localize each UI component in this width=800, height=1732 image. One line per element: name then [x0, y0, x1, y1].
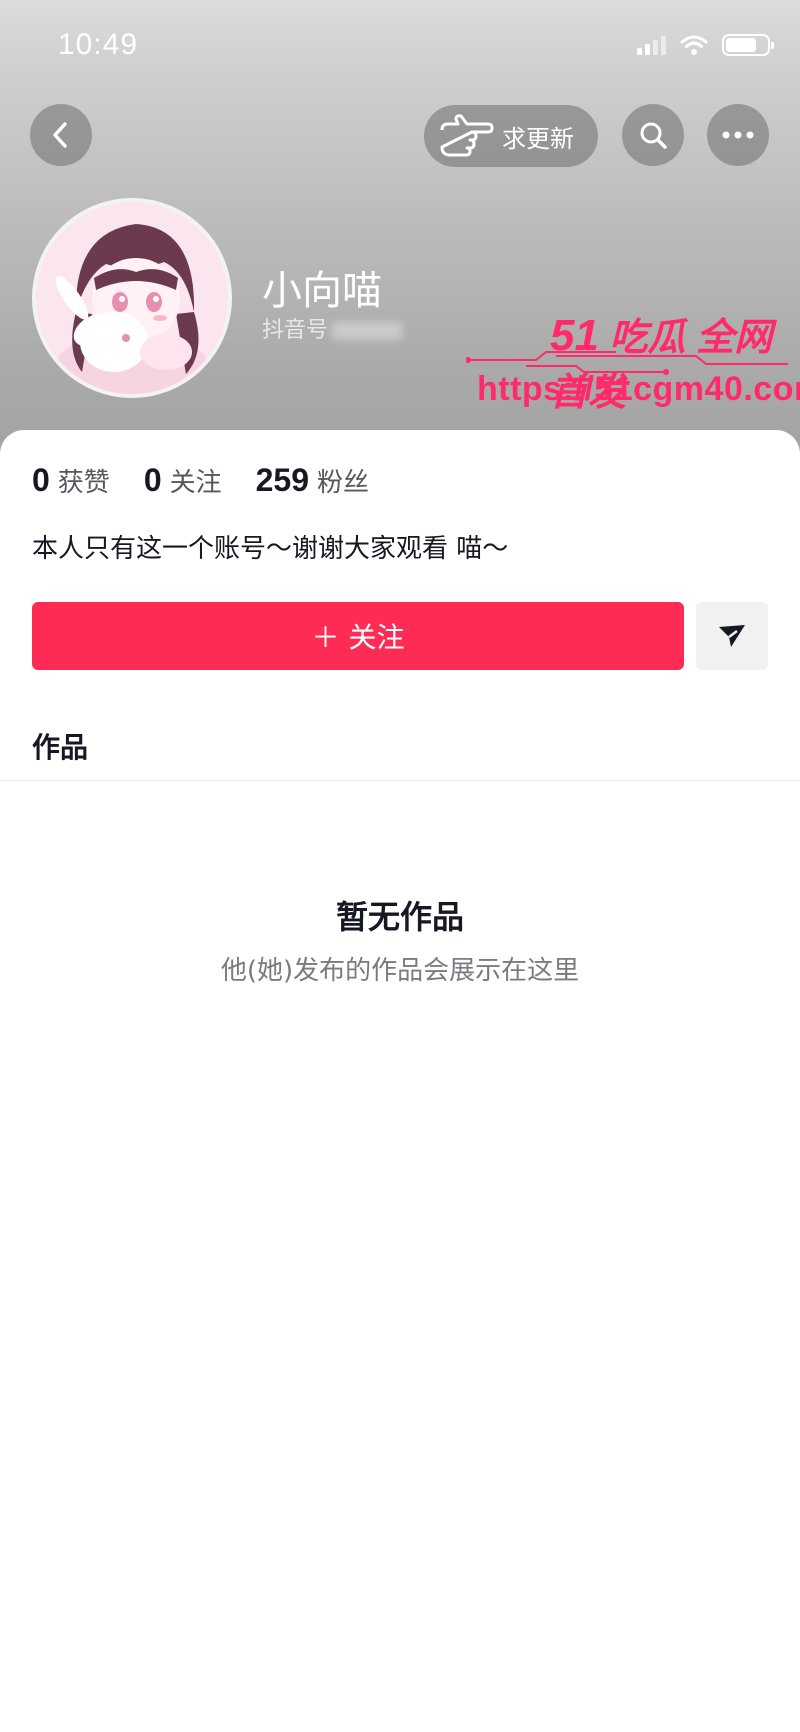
- tab-works[interactable]: 作品: [32, 726, 88, 766]
- cellular-signal-icon: [637, 35, 666, 55]
- stat-following-label: 关注: [169, 468, 222, 498]
- stat-likes[interactable]: 0 获赞: [32, 462, 110, 499]
- request-update-label: 求更新: [502, 124, 574, 153]
- profile-username: 小向喵: [262, 268, 382, 314]
- stat-likes-value: 0: [32, 462, 50, 498]
- empty-state-subtitle: 他(她)发布的作品会展示在这里: [220, 956, 580, 986]
- profile-bio: 本人只有这一个账号～谢谢大家观看 喵～: [32, 534, 509, 564]
- follow-button[interactable]: ＋ 关注: [32, 602, 684, 670]
- douyin-id-redacted: [332, 322, 403, 340]
- pointing-hand-icon: [440, 114, 494, 157]
- battery-icon: [722, 34, 774, 56]
- douyin-id-label: 抖音号: [262, 318, 329, 343]
- avatar-illustration: [36, 202, 228, 394]
- stat-followers-value: 259: [255, 462, 310, 498]
- stat-followers[interactable]: 259 粉丝: [256, 462, 369, 499]
- douyin-id: 抖音号: [262, 312, 403, 344]
- status-bar-icons: [637, 34, 774, 56]
- watermark-url: https://51cgm40.com: [477, 370, 800, 408]
- stat-followers-label: 粉丝: [317, 468, 370, 498]
- request-update-button[interactable]: 求更新: [424, 105, 598, 167]
- more-dots-icon: [722, 131, 754, 139]
- send-triangle-icon: [719, 625, 745, 647]
- send-message-button[interactable]: [696, 602, 768, 670]
- watermark-brand-number: 51: [550, 311, 599, 360]
- avatar[interactable]: [32, 198, 232, 398]
- stat-following[interactable]: 0 关注: [144, 462, 222, 499]
- chevron-left-icon: [53, 122, 67, 148]
- empty-state-title: 暂无作品: [335, 898, 464, 936]
- stat-likes-label: 获赞: [57, 468, 110, 498]
- more-options-button[interactable]: [707, 104, 769, 166]
- search-icon: [640, 122, 667, 149]
- stat-following-value: 0: [143, 462, 162, 498]
- back-button[interactable]: [30, 104, 92, 166]
- profile-stats: 0 获赞 0 关注 259 粉丝: [32, 462, 403, 499]
- search-button[interactable]: [622, 104, 684, 166]
- wifi-icon: [680, 35, 708, 55]
- tab-divider: [0, 780, 800, 781]
- status-bar-time: 10:49: [58, 28, 139, 61]
